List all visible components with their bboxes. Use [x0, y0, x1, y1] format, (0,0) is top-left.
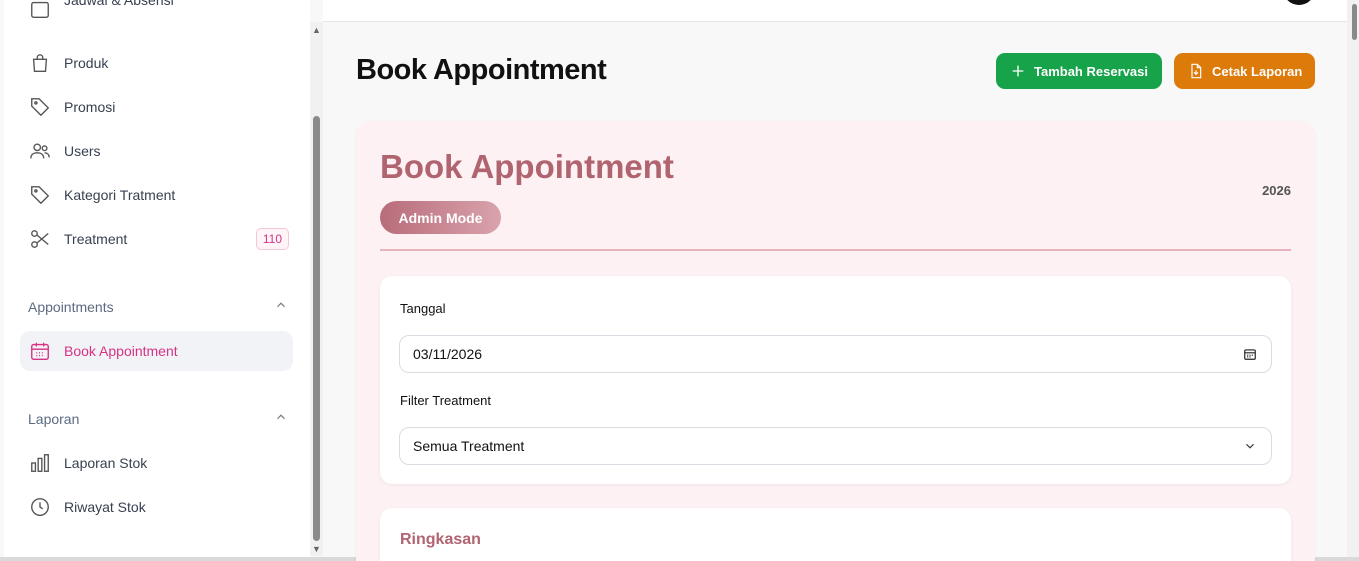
scissors-icon [28, 227, 52, 251]
sidebar-item-label: Jadwal & Absensi [64, 0, 174, 8]
section-laporan[interactable]: Laporan [28, 409, 288, 429]
chevron-up-icon [274, 298, 288, 317]
sidebar-item-label: Riwayat Stok [64, 499, 146, 515]
date-label: Tanggal [400, 301, 446, 316]
sidebar-item-kategori-tratment[interactable]: Kategori Tratment [20, 175, 293, 215]
sidebar-item-label: Book Appointment [64, 343, 178, 359]
summary-title: Ringkasan [400, 531, 481, 548]
section-appointments[interactable]: Appointments [28, 297, 288, 317]
chevron-down-icon [1246, 443, 1254, 449]
sidebar-item-label: Kategori Tratment [64, 187, 176, 203]
plus-icon [1012, 65, 1024, 77]
users-icon [28, 139, 52, 163]
print-report-button[interactable]: Cetak Laporan [1174, 53, 1315, 89]
sidebar-item-jadwal-absensi[interactable]: Jadwal & Absensi [20, 0, 293, 40]
clock-icon [28, 495, 52, 519]
sidebar-item-users[interactable]: Users [20, 131, 293, 171]
calendar-icon [28, 339, 52, 363]
sidebar-scrollbar-thumb[interactable] [313, 116, 320, 541]
sidebar-item-riwayat-stok[interactable]: Riwayat Stok [20, 487, 293, 527]
shopping-bag-icon [28, 51, 52, 75]
section-label: Laporan [28, 411, 80, 427]
sidebar-item-label: Users [64, 143, 101, 159]
treatment-filter-select[interactable]: Semua Treatment [399, 427, 1272, 465]
scroll-down-icon[interactable]: ▼ [311, 544, 322, 554]
calendar-icon [28, 0, 52, 21]
sidebar-item-label: Treatment [64, 231, 128, 247]
sidebar-item-produk[interactable]: Produk [20, 43, 293, 83]
sidebar: Jadwal & Absensi Produk Promosi Users Ka… [4, 0, 310, 557]
filter-treatment-label: Filter Treatment [400, 393, 492, 408]
add-reservation-button[interactable]: Tambah Reservasi [996, 53, 1162, 89]
count-badge: 110 [255, 228, 289, 250]
tag-icon [28, 95, 52, 119]
admin-mode-badge: Admin Mode [380, 201, 501, 234]
sidebar-item-book-appointment[interactable]: Book Appointment [20, 331, 293, 371]
bar-chart-icon [28, 451, 52, 475]
year-label: 2026 [1262, 183, 1291, 198]
sidebar-item-label: Laporan Stok [64, 455, 148, 471]
section-label: Appointments [28, 299, 114, 315]
tag-icon [28, 183, 52, 207]
sidebar-item-label: Promosi [64, 99, 116, 115]
sidebar-item-treatment[interactable]: Treatment 110 [20, 219, 293, 259]
summary-card [380, 508, 1291, 561]
divider [380, 249, 1291, 251]
page-scrollbar[interactable] [1347, 0, 1359, 561]
top-bar [323, 0, 1347, 22]
page-title: Book Appointment [356, 54, 607, 86]
treatment-filter-value: Semua Treatment [413, 438, 525, 454]
page-scrollbar-thumb[interactable] [1352, 4, 1357, 40]
sidebar-item-promosi[interactable]: Promosi [20, 87, 293, 127]
scroll-up-icon[interactable]: ▲ [311, 25, 322, 35]
file-download-icon [1191, 63, 1202, 79]
date-value: 03/11/2026 [413, 346, 483, 362]
chevron-up-icon [274, 410, 288, 429]
date-input[interactable]: 03/11/2026 [399, 335, 1272, 373]
calendar-icon[interactable] [1243, 347, 1257, 361]
sidebar-item-label: Produk [64, 55, 109, 71]
card-title: Book Appointment [380, 148, 674, 185]
sidebar-item-laporan-stok[interactable]: Laporan Stok [20, 443, 293, 483]
add-reservation-label: Tambah Reservasi [1034, 63, 1148, 79]
print-report-label: Cetak Laporan [1212, 63, 1303, 79]
